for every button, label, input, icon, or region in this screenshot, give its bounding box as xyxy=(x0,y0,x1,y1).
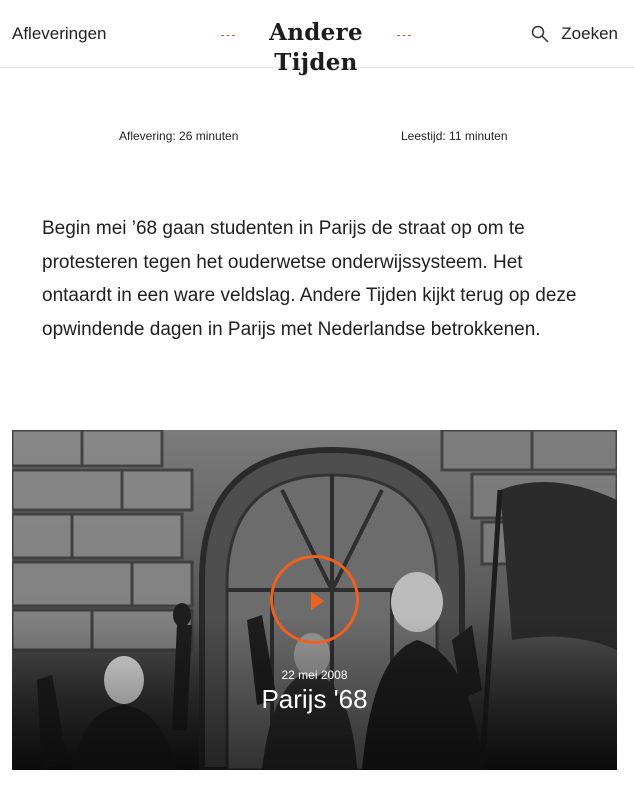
reading-time: Leestijd: 11 minuten xyxy=(401,129,508,143)
video-title: Parijs '68 xyxy=(261,684,368,714)
episode-length: Aflevering: 26 minuten xyxy=(119,129,239,143)
site-logo[interactable]: Andere Tijden xyxy=(221,14,411,76)
logo-text: Andere Tijden xyxy=(269,19,363,76)
logo-dash-right xyxy=(397,35,411,36)
site-header: Afleveringen Andere Tijden Zoeken xyxy=(0,0,634,76)
nav-episodes-link[interactable]: Afleveringen xyxy=(12,22,107,46)
play-icon xyxy=(311,592,324,610)
play-button[interactable] xyxy=(270,555,359,644)
search-icon xyxy=(532,25,549,43)
video-date: 22 mei 2008 xyxy=(281,668,348,682)
search-label: Zoeken xyxy=(561,24,618,43)
intro-paragraph: Begin mei ’68 gaan studenten in Parijs d… xyxy=(42,218,577,340)
search-button[interactable]: Zoeken xyxy=(531,20,618,48)
video-player[interactable]: 22 mei 2008 Parijs '68 xyxy=(12,430,617,770)
